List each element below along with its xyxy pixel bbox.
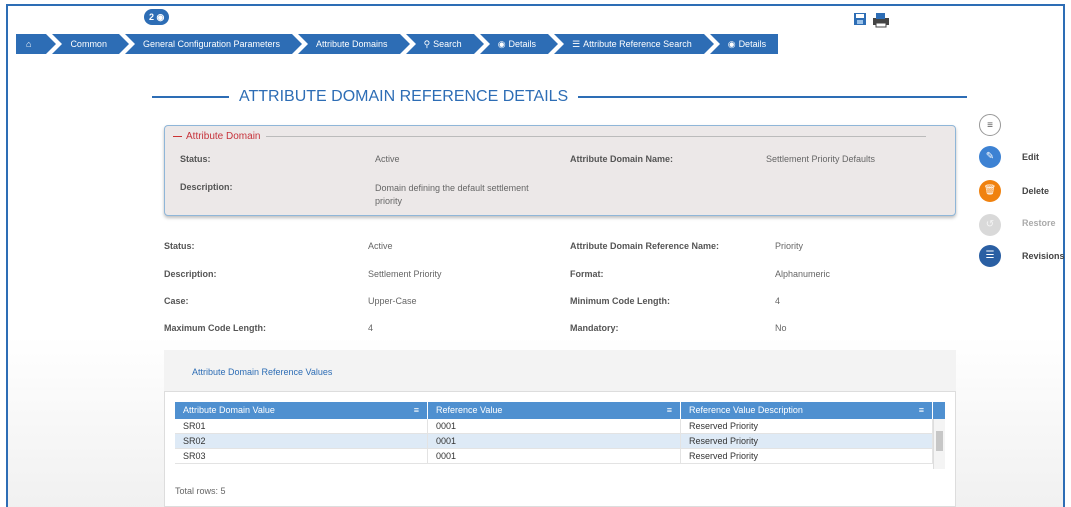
badge-count: 2: [149, 12, 155, 22]
grid-scrollbar[interactable]: [933, 419, 945, 469]
revisions-button[interactable]: ☰: [979, 245, 1001, 267]
menu-icon: ≡: [987, 120, 993, 131]
title-rule-right: [578, 96, 967, 98]
cell-reference-value: 0001: [428, 419, 681, 433]
edit-label[interactable]: Edit: [1022, 152, 1039, 162]
revisions-label[interactable]: Revisions: [1022, 251, 1065, 261]
title-rule-left: [152, 96, 229, 98]
eye-icon: ◉: [497, 39, 506, 49]
mandatory-value: No: [775, 323, 787, 333]
delete-button[interactable]: 🗑: [979, 180, 1001, 202]
column-header-reference-value[interactable]: Reference Value ≡: [428, 402, 681, 419]
scrollbar-thumb[interactable]: [936, 431, 943, 451]
trash-icon: 🗑: [983, 185, 997, 196]
minimum-code-length-value: 4: [775, 296, 781, 306]
domain-status-value: Active: [375, 154, 400, 164]
eye-icon: ◉: [727, 39, 736, 49]
table-row[interactable]: SR01 0001 Reserved Priority: [175, 419, 945, 434]
case-value: Upper-Case: [368, 296, 417, 306]
edit-icon: ✎: [985, 151, 995, 162]
edit-button[interactable]: ✎: [979, 146, 1001, 168]
column-header-domain-value[interactable]: Attribute Domain Value ≡: [175, 402, 428, 419]
notification-badge[interactable]: 2 ◉: [144, 9, 170, 25]
grid-header: Attribute Domain Value ≡ Reference Value ≡…: [175, 402, 945, 419]
cell-reference-value: 0001: [428, 449, 681, 463]
breadcrumb-common[interactable]: Common: [52, 34, 129, 54]
page-title: ATTRIBUTE DOMAIN REFERENCE DETAILS: [239, 88, 569, 105]
format-value: Alphanumeric: [775, 269, 831, 279]
search-icon: ⚲: [423, 39, 431, 49]
reference-name-label: Attribute Domain Reference Name:: [570, 241, 720, 251]
save-icon[interactable]: [853, 12, 867, 30]
database-icon: ☰: [985, 250, 995, 261]
table-row[interactable]: SR03 0001 Reserved Priority: [175, 449, 945, 464]
cell-reference-value: 0001: [428, 434, 681, 448]
mandatory-label: Mandatory:: [570, 323, 619, 333]
restore-icon: ↺: [985, 219, 995, 230]
cell-domain-value: SR03: [175, 449, 428, 463]
list-icon: ☰: [572, 39, 581, 49]
print-icon[interactable]: [871, 12, 891, 30]
minimum-code-length-label: Minimum Code Length:: [570, 296, 670, 306]
total-rows: Total rows: 5: [175, 486, 226, 496]
cell-reference-description: Reserved Priority: [681, 449, 933, 463]
column-menu-icon[interactable]: ≡: [919, 402, 924, 419]
cell-reference-description: Reserved Priority: [681, 434, 933, 448]
description-value: Settlement Priority: [368, 269, 442, 279]
restore-label: Restore: [1022, 218, 1056, 228]
breadcrumb-details[interactable]: ◉ Details: [479, 34, 559, 54]
cell-domain-value: SR02: [175, 434, 428, 448]
breadcrumb-attribute-reference-search[interactable]: ☰ Attribute Reference Search: [554, 34, 714, 54]
reference-values-title[interactable]: Attribute Domain Reference Values: [192, 367, 332, 377]
cell-reference-description: Reserved Priority: [681, 419, 933, 433]
description-label: Description:: [164, 269, 217, 279]
page-title-bar: ATTRIBUTE DOMAIN REFERENCE DETAILS: [152, 88, 967, 106]
domain-name-value: Settlement Priority Defaults: [766, 154, 876, 164]
column-menu-icon[interactable]: ≡: [667, 402, 672, 419]
domain-description-value: Domain defining the default settlement p…: [375, 183, 529, 206]
attribute-domain-legend: Attribute Domain: [173, 131, 927, 142]
cell-domain-value: SR01: [175, 419, 428, 433]
reference-values-header: Attribute Domain Reference Values: [164, 350, 956, 392]
column-header-reference-description[interactable]: Reference Value Description ≡: [681, 402, 933, 419]
maximum-code-length-label: Maximum Code Length:: [164, 323, 267, 333]
reference-name-value: Priority: [775, 241, 804, 251]
breadcrumb-attribute-domains[interactable]: Attribute Domains: [298, 34, 410, 54]
restore-button: ↺: [979, 214, 1001, 236]
reference-values-grid: Attribute Domain Value ≡ Reference Value ≡…: [175, 402, 945, 464]
top-toolbar: [853, 12, 891, 30]
domain-name-label: Attribute Domain Name:: [570, 154, 674, 164]
attribute-domain-legend-text: Attribute Domain: [186, 131, 261, 142]
format-label: Format:: [570, 269, 604, 279]
status-value: Active: [368, 241, 393, 251]
home-icon: ⌂: [26, 39, 32, 49]
eye-icon: ◉: [156, 12, 165, 22]
table-row[interactable]: SR02 0001 Reserved Priority: [175, 434, 945, 449]
breadcrumb-general-configuration[interactable]: General Configuration Parameters: [124, 34, 303, 54]
case-label: Case:: [164, 296, 189, 306]
maximum-code-length-value: 4: [368, 323, 374, 333]
delete-label[interactable]: Delete: [1022, 186, 1049, 196]
breadcrumb-details-current[interactable]: ◉ Details: [709, 34, 779, 54]
domain-status-label: Status:: [180, 154, 211, 164]
breadcrumb-home[interactable]: ⌂: [16, 34, 58, 54]
breadcrumb: ⌂ Common General Configuration Parameter…: [16, 34, 784, 54]
column-menu-icon[interactable]: ≡: [414, 402, 419, 419]
domain-description-label: Description:: [180, 182, 233, 192]
status-label: Status:: [164, 241, 195, 251]
breadcrumb-search[interactable]: ⚲ Search: [405, 34, 484, 54]
menu-button[interactable]: ≡: [979, 114, 1001, 136]
